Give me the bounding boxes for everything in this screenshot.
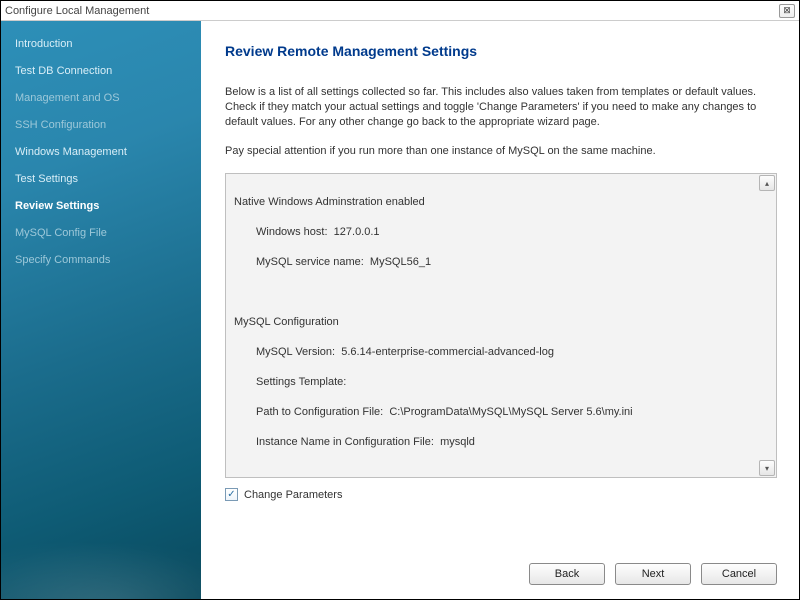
scroll-down-icon[interactable]: ▾ — [759, 460, 775, 476]
titlebar: Configure Local Management ⊠ — [1, 1, 799, 21]
cancel-button[interactable]: Cancel — [701, 563, 777, 585]
section-mysql-configuration: MySQL Configuration — [234, 315, 768, 330]
change-parameters-row: ✓ Change Parameters — [225, 488, 777, 501]
window-title: Configure Local Management — [5, 5, 779, 17]
label-windows-host: Windows host: — [256, 226, 328, 238]
sidebar-item-test-settings[interactable]: Test Settings — [1, 166, 201, 193]
page-title: Review Remote Management Settings — [225, 43, 777, 59]
sidebar-item-specify-commands[interactable]: Specify Commands — [1, 247, 201, 274]
sidebar-item-introduction[interactable]: Introduction — [1, 31, 201, 58]
label-instance-name: Instance Name in Configuration File: — [256, 436, 434, 448]
dialog-body: Introduction Test DB Connection Manageme… — [1, 21, 799, 599]
scroll-up-icon[interactable]: ▴ — [759, 175, 775, 191]
sidebar-item-management-and-os[interactable]: Management and OS — [1, 85, 201, 112]
review-settings-box: ▴ ▾ Native Windows Adminstration enabled… — [225, 173, 777, 478]
sidebar-item-test-db-connection[interactable]: Test DB Connection — [1, 58, 201, 85]
label-mysql-version: MySQL Version: — [256, 346, 335, 358]
label-settings-template: Settings Template: — [256, 376, 346, 388]
change-parameters-checkbox[interactable]: ✓ — [225, 488, 238, 501]
row-windows-host: Windows host: 127.0.0.1 — [234, 225, 768, 240]
value-mysql-service-name: MySQL56_1 — [370, 256, 431, 268]
sidebar-item-windows-management[interactable]: Windows Management — [1, 139, 201, 166]
row-settings-template: Settings Template: — [234, 375, 768, 390]
label-mysql-service-name: MySQL service name: — [256, 256, 364, 268]
next-button[interactable]: Next — [615, 563, 691, 585]
value-windows-host: 127.0.0.1 — [334, 226, 380, 238]
sidebar-item-ssh-configuration[interactable]: SSH Configuration — [1, 112, 201, 139]
section-native-windows: Native Windows Adminstration enabled — [234, 195, 768, 210]
change-parameters-label: Change Parameters — [244, 489, 342, 501]
value-config-file-path: C:\ProgramData\MySQL\MySQL Server 5.6\my… — [389, 406, 632, 418]
label-config-file-path: Path to Configuration File: — [256, 406, 383, 418]
wizard-button-row: Back Next Cancel — [529, 563, 777, 585]
row-config-file-path: Path to Configuration File: C:\ProgramDa… — [234, 405, 768, 420]
intro-paragraph-1: Below is a list of all settings collecte… — [225, 85, 777, 130]
row-mysql-version: MySQL Version: 5.6.14-enterprise-commerc… — [234, 345, 768, 360]
sidebar: Introduction Test DB Connection Manageme… — [1, 21, 201, 599]
sidebar-item-mysql-config-file[interactable]: MySQL Config File — [1, 220, 201, 247]
sidebar-item-review-settings[interactable]: Review Settings — [1, 193, 201, 220]
main-panel: Review Remote Management Settings Below … — [201, 21, 799, 599]
review-content: Native Windows Adminstration enabled Win… — [234, 180, 768, 478]
value-instance-name: mysqld — [440, 436, 475, 448]
row-instance-name: Instance Name in Configuration File: mys… — [234, 435, 768, 450]
row-mysql-service-name: MySQL service name: MySQL56_1 — [234, 255, 768, 270]
intro-paragraph-2: Pay special attention if you run more th… — [225, 144, 777, 159]
close-icon[interactable]: ⊠ — [779, 4, 795, 18]
blank-line-1 — [234, 285, 768, 300]
value-mysql-version: 5.6.14-enterprise-commercial-advanced-lo… — [341, 346, 554, 358]
back-button[interactable]: Back — [529, 563, 605, 585]
